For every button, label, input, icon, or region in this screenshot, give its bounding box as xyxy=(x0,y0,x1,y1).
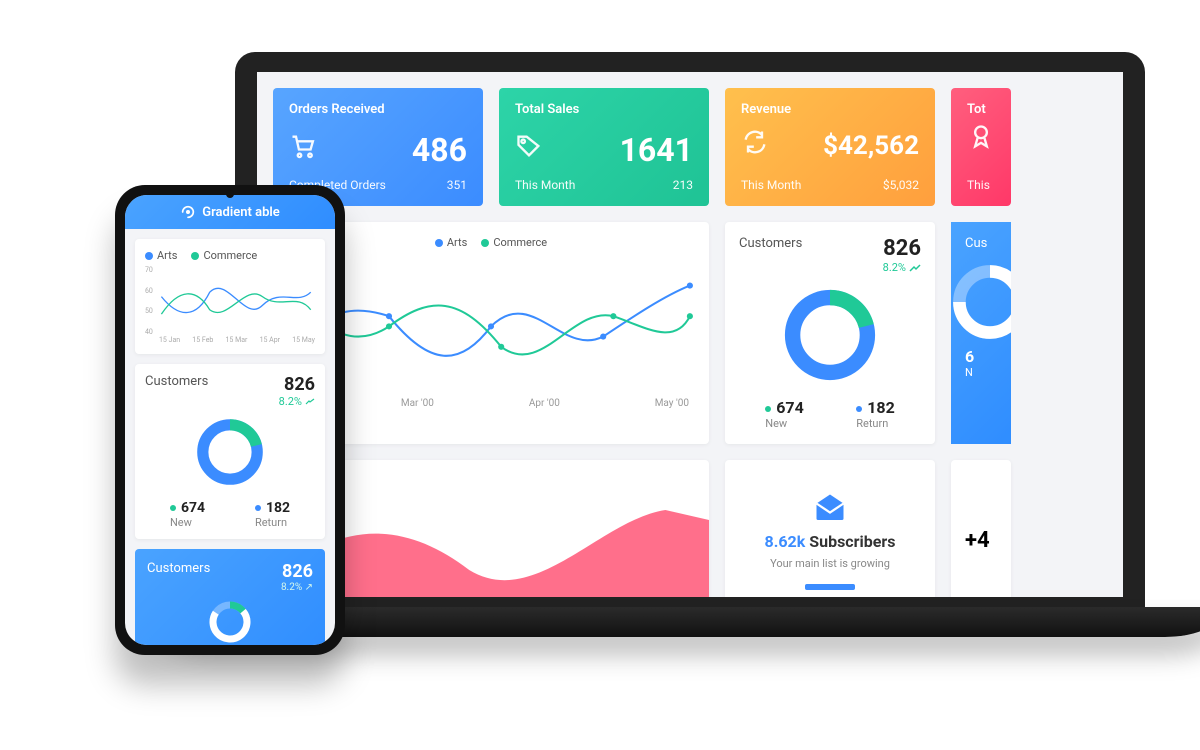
phone-blue-title: Customers xyxy=(147,561,210,576)
phone-device: Gradient able Arts Commerce 70 60 50 40 xyxy=(115,185,345,655)
x-tick: Apr '00 xyxy=(529,398,560,409)
donut-chart xyxy=(775,280,885,390)
trend-up-icon xyxy=(909,263,921,273)
tile-revenue[interactable]: Revenue $42,562 This Month $5,032 xyxy=(725,88,935,206)
subscribers-button[interactable] xyxy=(805,584,855,590)
phone-blue-donut xyxy=(190,597,270,645)
legend-commerce-phone: Commerce xyxy=(191,249,257,262)
extra-metric-card[interactable]: +4 xyxy=(951,460,1011,597)
line-chart-main xyxy=(287,255,695,398)
y-tick: 70 xyxy=(145,266,153,274)
x-tick: Mar '00 xyxy=(401,398,434,409)
x-tick: 15 Feb xyxy=(192,336,213,344)
customers-side-card: Cus 6 N xyxy=(951,222,1011,444)
laptop-frame: Orders Received 486 Completed Orders 351… xyxy=(235,52,1145,607)
subscribers-subtitle: Your main list is growing xyxy=(770,557,890,570)
y-tick: 40 xyxy=(145,328,153,336)
tile-sales-sub-label: This Month xyxy=(515,178,575,192)
customers-card: Customers 826 8.2% 674New 182Return xyxy=(725,222,935,444)
brand-name: Gradient able xyxy=(202,205,280,220)
customers-new-value: 674 xyxy=(765,398,804,417)
tile-revenue-value: $42,562 xyxy=(823,131,919,161)
phone-customers-return: 182 xyxy=(255,500,290,516)
phone-blue-value: 826 xyxy=(281,561,313,582)
line-chart-phone xyxy=(157,266,315,336)
tile-sales-sub-value: 213 xyxy=(673,178,693,192)
customers-value: 826 xyxy=(883,236,921,261)
donut-chart-side xyxy=(951,257,1011,347)
x-tick: 15 Jan xyxy=(159,336,180,344)
tile-sales[interactable]: Total Sales 1641 This Month 213 xyxy=(499,88,709,206)
brand-logo-icon xyxy=(180,204,196,220)
customers-new-label: New xyxy=(765,417,804,430)
phone-customers-blue-card: Customers 826 8.2% ↗ xyxy=(135,549,325,645)
tile-orders-title: Orders Received xyxy=(289,102,385,117)
legend-commerce: Commerce xyxy=(481,236,547,249)
tile-sales-title: Total Sales xyxy=(515,102,579,117)
tile-revenue-sub-value: $5,032 xyxy=(883,178,919,192)
award-icon xyxy=(967,123,995,151)
phone-customers-value: 826 xyxy=(279,374,315,395)
laptop-screen: Orders Received 486 Completed Orders 351… xyxy=(257,72,1123,597)
customers-return-label: Return xyxy=(856,417,895,430)
x-tick: 15 Mar xyxy=(226,336,248,344)
tile-revenue-sub-label: This Month xyxy=(741,178,801,192)
tile-sales-value: 1641 xyxy=(620,131,693,169)
extra-metric-value: +4 xyxy=(965,528,990,553)
tile-profit-sub-label: This xyxy=(967,178,990,192)
laptop-device: Orders Received 486 Completed Orders 351… xyxy=(235,52,1145,637)
tile-revenue-title: Revenue xyxy=(741,102,791,117)
phone-screen: Gradient able Arts Commerce 70 60 50 40 xyxy=(125,195,335,645)
x-tick: May '00 xyxy=(655,398,689,409)
customers-title: Customers xyxy=(739,236,802,251)
customers-side-new-label: N xyxy=(965,366,1011,379)
phone-donut-chart xyxy=(190,412,270,492)
subscribers-card[interactable]: 8.62k Subscribers Your main list is grow… xyxy=(725,460,935,597)
phone-customers-card: Customers 826 8.2% 674New 182Return xyxy=(135,364,325,539)
x-tick: 15 Apr xyxy=(260,336,280,344)
trend-up-icon xyxy=(305,398,315,406)
phone-customers-pct: 8.2% xyxy=(279,395,315,408)
mail-open-icon xyxy=(812,490,848,526)
y-tick: 60 xyxy=(145,287,153,295)
y-tick: 50 xyxy=(145,307,153,315)
customers-side-new: 6 xyxy=(965,347,1011,366)
phone-customers-new: 674 xyxy=(170,500,205,516)
tile-profit-title: Tot xyxy=(967,102,986,117)
tile-orders-sub-value: 351 xyxy=(447,178,467,192)
x-tick: 15 May xyxy=(292,336,315,344)
customers-side-title: Cus xyxy=(965,236,1011,251)
cart-icon xyxy=(289,132,317,160)
subscribers-word: Subscribers xyxy=(809,532,895,551)
phone-camera xyxy=(226,190,234,198)
tag-icon xyxy=(515,132,543,160)
phone-chart-card: Arts Commerce 70 60 50 40 xyxy=(135,239,325,354)
legend-arts-phone: Arts xyxy=(145,249,177,262)
legend-arts: Arts xyxy=(435,236,467,249)
phone-header: Gradient able xyxy=(125,195,335,229)
customers-pct: 8.2% xyxy=(883,261,921,274)
phone-customers-title: Customers xyxy=(145,374,208,389)
refresh-icon xyxy=(741,128,769,156)
customers-return-value: 182 xyxy=(856,398,895,417)
subscribers-count: 8.62k xyxy=(765,532,806,551)
tile-profit[interactable]: Tot This xyxy=(951,88,1011,206)
phone-blue-pct: 8.2% ↗ xyxy=(281,582,313,593)
tile-orders-value: 486 xyxy=(412,131,467,169)
